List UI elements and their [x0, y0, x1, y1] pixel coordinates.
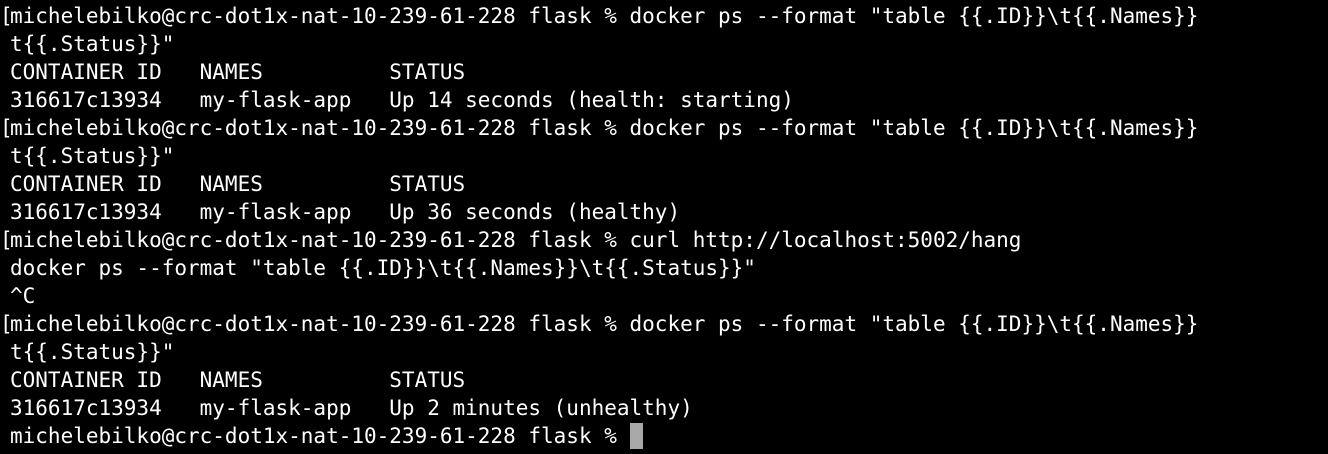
line-mark: [: [0, 312, 13, 336]
terminal-line-9: [michelebilko@crc-dot1x-nat-10-239-61-22…: [0, 228, 1022, 252]
terminal-line-8: 316617c13934 my-flask-app Up 36 seconds …: [10, 200, 681, 224]
text-cursor: [629, 423, 643, 449]
shell-prompt: michelebilko@crc-dot1x-nat-10-239-61-228…: [10, 424, 630, 448]
line-mark: [: [0, 228, 13, 252]
line-mark: [: [0, 116, 13, 140]
terminal-line-10: docker ps --format "table {{.ID}}\t{{.Na…: [10, 256, 756, 280]
terminal-line-3: CONTAINER ID NAMES STATUS: [10, 60, 466, 84]
terminal-line-5: [michelebilko@crc-dot1x-nat-10-239-61-22…: [0, 116, 1199, 140]
line-mark: [: [0, 4, 13, 28]
terminal-line-15: 316617c13934 my-flask-app Up 2 minutes (…: [10, 396, 693, 420]
terminal-window[interactable]: [ michelebilko@crc-dot1x-nat-10-239-61-22…: [0, 0, 1328, 454]
terminal-line-12: [michelebilko@crc-dot1x-nat-10-239-61-22…: [0, 312, 1199, 336]
terminal-line-7: CONTAINER ID NAMES STATUS: [10, 172, 466, 196]
terminal-line-4: 316617c13934 my-flask-app Up 14 seconds …: [10, 88, 794, 112]
terminal-line-1: [michelebilko@crc-dot1x-nat-10-239-61-22…: [0, 4, 1199, 28]
terminal-input-line[interactable]: michelebilko@crc-dot1x-nat-10-239-61-228…: [10, 422, 1328, 450]
terminal-line-6: t{{.Status}}": [10, 144, 175, 168]
terminal-line-11: ^C: [10, 284, 36, 308]
terminal-output: [michelebilko@crc-dot1x-nat-10-239-61-22…: [0, 2, 1328, 422]
terminal-line-14: CONTAINER ID NAMES STATUS: [10, 368, 466, 392]
terminal-line-2: t{{.Status}}": [10, 32, 175, 56]
terminal-line-13: t{{.Status}}": [10, 340, 175, 364]
